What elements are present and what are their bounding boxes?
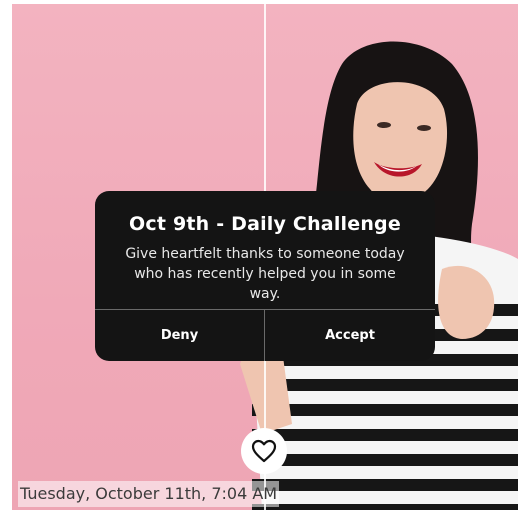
heart-icon [251, 439, 277, 463]
deny-button[interactable]: Deny [95, 310, 264, 361]
like-button[interactable] [241, 428, 287, 474]
challenge-dialog: Oct 9th - Daily Challenge Give heartfelt… [95, 191, 435, 361]
challenge-description: Give heartfelt thanks to someone today w… [125, 246, 405, 302]
accept-button[interactable]: Accept [265, 310, 435, 361]
timestamp-label: Tuesday, October 11th, 7:04 AM [18, 481, 280, 507]
challenge-title: Oct 9th - Daily Challenge [129, 213, 401, 235]
